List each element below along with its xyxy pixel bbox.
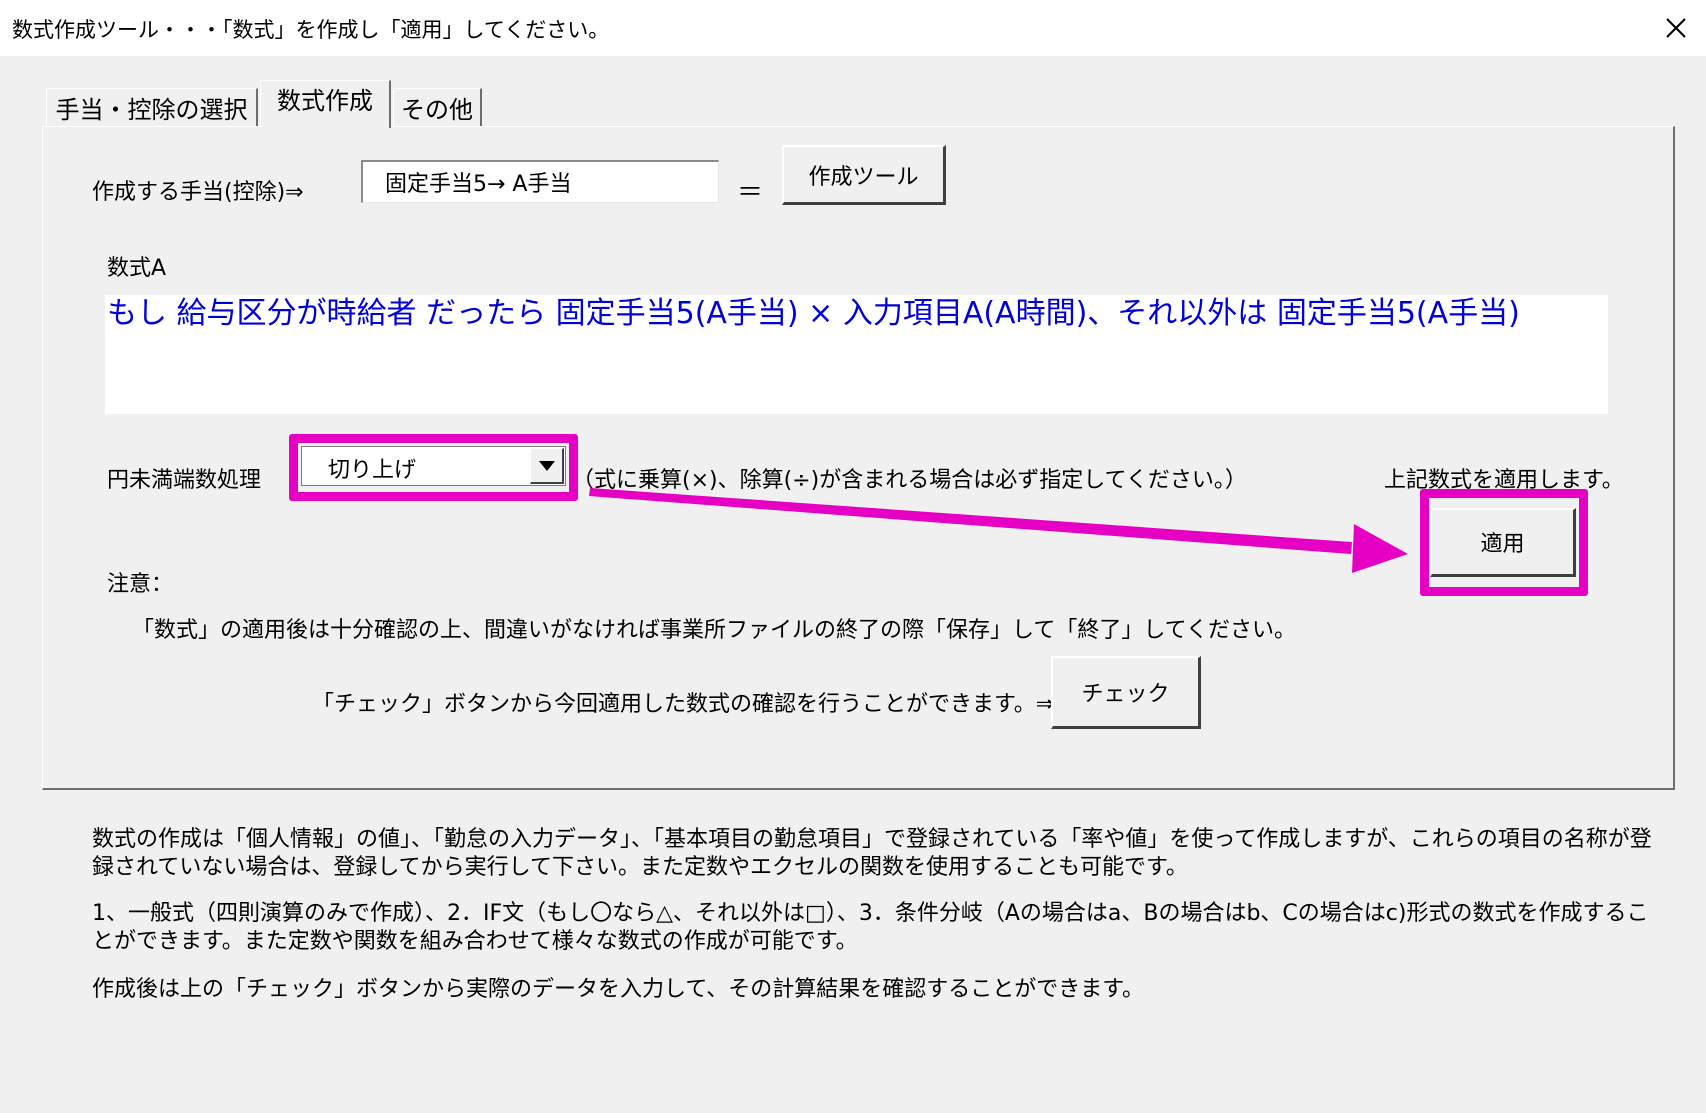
annotation-arrow (589, 488, 1408, 573)
